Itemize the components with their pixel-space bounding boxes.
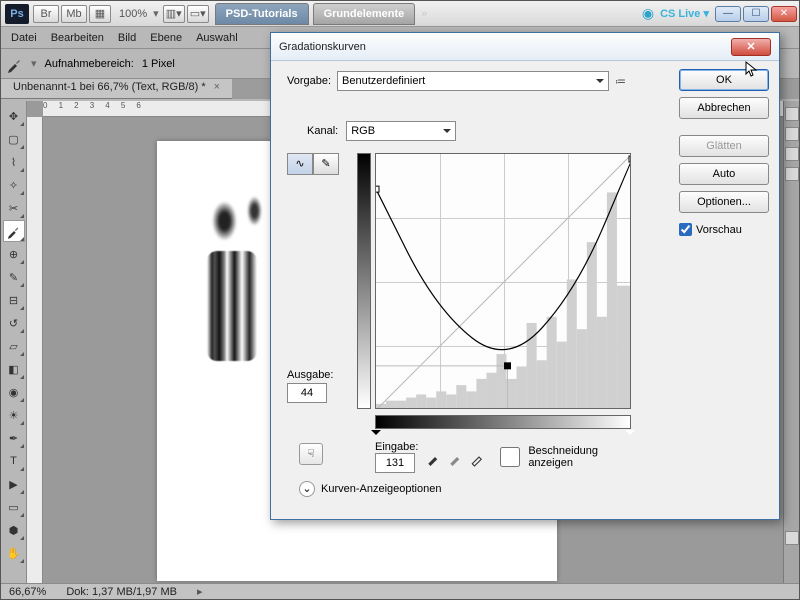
brush-tool[interactable]: ✎	[3, 266, 25, 288]
doc-size: Dok: 1,37 MB/1,97 MB	[66, 586, 177, 598]
output-label: Ausgabe:	[287, 369, 333, 381]
sample-size-select[interactable]: 1 Pixel	[142, 58, 232, 70]
workspace-tab-grundelemente[interactable]: Grundelemente	[313, 3, 416, 25]
zoom-dropdown[interactable]: ▾	[153, 7, 159, 20]
titlebar: Ps Br Mb ▦ 100% ▾ ▥▾ ▭▾ PSD-Tutorials Gr…	[1, 1, 799, 27]
minimize-button[interactable]: —	[715, 6, 741, 22]
smooth-button[interactable]: Glätten	[679, 135, 769, 157]
move-tool[interactable]: ✥	[3, 105, 25, 127]
display-options-label: Kurven-Anzeigeoptionen	[321, 483, 441, 495]
ruler-vertical	[27, 117, 43, 583]
workspace-tab-psdtutorials[interactable]: PSD-Tutorials	[215, 3, 309, 25]
curve-point-mode[interactable]: ∿	[287, 153, 313, 175]
white-point-slider[interactable]	[625, 430, 635, 440]
history-brush-tool[interactable]: ↺	[3, 312, 25, 334]
panel-icon[interactable]	[785, 531, 799, 545]
gray-eyedropper[interactable]	[448, 448, 466, 466]
white-eyedropper[interactable]	[470, 448, 488, 466]
black-point-slider[interactable]	[371, 430, 381, 440]
input-gradient	[375, 415, 631, 429]
workspace-more[interactable]: »	[421, 8, 427, 20]
tools-panel: ✥ ▢ ⌇ ✧ ✂ ⊕ ✎ ⊟ ↺ ▱ ◧ ◉ ☀ ✒ T ▶ ▭ ⬢ ✋	[1, 101, 27, 583]
black-eyedropper[interactable]	[426, 448, 444, 466]
display-options-toggle[interactable]: ⌄	[299, 481, 315, 497]
output-gradient	[357, 153, 371, 409]
zoom-level[interactable]: 66,67%	[9, 586, 46, 598]
ps-logo: Ps	[5, 4, 29, 24]
menu-bearbeiten[interactable]: Bearbeiten	[51, 32, 104, 44]
blur-tool[interactable]: ◉	[3, 381, 25, 403]
gradient-tool[interactable]: ◧	[3, 358, 25, 380]
3d-tool[interactable]: ⬢	[3, 519, 25, 541]
panel-icon[interactable]	[785, 127, 799, 141]
type-tool[interactable]: T	[3, 450, 25, 472]
wand-tool[interactable]: ✧	[3, 174, 25, 196]
menu-auswahl[interactable]: Auswahl	[196, 32, 238, 44]
pen-tool[interactable]: ✒	[3, 427, 25, 449]
preset-label: Vorgabe:	[287, 75, 331, 87]
dodge-tool[interactable]: ☀	[3, 404, 25, 426]
panel-icon[interactable]	[785, 147, 799, 161]
marquee-tool[interactable]: ▢	[3, 128, 25, 150]
zoom-readout: 100%	[119, 8, 147, 20]
auto-button[interactable]: Auto	[679, 163, 769, 185]
menu-bild[interactable]: Bild	[118, 32, 136, 44]
sample-size-label: Aufnahmebereich:	[45, 58, 134, 70]
menu-ebene[interactable]: Ebene	[150, 32, 182, 44]
curve-draw-mode[interactable]: ✎	[313, 153, 339, 175]
bridge-button[interactable]: Br	[33, 5, 59, 23]
output-field[interactable]	[287, 383, 327, 403]
panel-icon[interactable]	[785, 167, 799, 181]
close-button[interactable]: ✕	[771, 6, 797, 22]
panels-strip[interactable]	[783, 101, 799, 583]
clipping-label: Beschneidung anzeigen	[528, 445, 610, 469]
extras-button[interactable]: ▭▾	[187, 5, 209, 23]
crop-tool[interactable]: ✂	[3, 197, 25, 219]
preview-checkbox[interactable]	[679, 223, 692, 236]
eyedropper-tool[interactable]	[3, 220, 25, 242]
image-content	[207, 251, 257, 361]
status-bar: 66,67% Dok: 1,37 MB/1,97 MB ▸	[1, 583, 799, 599]
preview-label: Vorschau	[696, 224, 742, 236]
dialog-titlebar[interactable]: Gradationskurven ✕	[271, 33, 779, 61]
menu-datei[interactable]: Datei	[11, 32, 37, 44]
curves-dialog: Gradationskurven ✕ Vorgabe: Benutzerdefi…	[270, 32, 780, 520]
channel-select[interactable]: RGB	[346, 121, 456, 141]
screenmode-button[interactable]: ▦	[89, 5, 111, 23]
preset-menu-icon[interactable]: ≔	[615, 75, 626, 88]
eyedropper-tool-icon	[7, 56, 23, 72]
eraser-tool[interactable]: ▱	[3, 335, 25, 357]
targeted-adjust-tool[interactable]: ☟	[299, 443, 323, 465]
minibridge-button[interactable]: Mb	[61, 5, 87, 23]
document-tab[interactable]: Unbenannt-1 bei 66,7% (Text, RGB/8) *×	[1, 79, 232, 99]
maximize-button[interactable]: ☐	[743, 6, 769, 22]
close-doc-icon[interactable]: ×	[214, 81, 220, 93]
cslive-icon: ◉	[642, 5, 654, 22]
shape-tool[interactable]: ▭	[3, 496, 25, 518]
path-select-tool[interactable]: ▶	[3, 473, 25, 495]
arrange-button[interactable]: ▥▾	[163, 5, 185, 23]
channel-label: Kanal:	[307, 125, 338, 137]
dialog-title: Gradationskurven	[279, 41, 366, 53]
image-content	[247, 196, 262, 226]
dialog-close-button[interactable]: ✕	[731, 38, 771, 56]
lasso-tool[interactable]: ⌇	[3, 151, 25, 173]
panel-icon[interactable]	[785, 107, 799, 121]
cancel-button[interactable]: Abbrechen	[679, 97, 769, 119]
clipping-checkbox[interactable]	[496, 447, 524, 467]
input-field[interactable]	[375, 453, 415, 473]
options-button[interactable]: Optionen...	[679, 191, 769, 213]
ok-button[interactable]: OK	[679, 69, 769, 91]
input-label: Eingabe:	[375, 441, 418, 453]
hand-tool[interactable]: ✋	[3, 542, 25, 564]
stamp-tool[interactable]: ⊟	[3, 289, 25, 311]
cslive-menu[interactable]: CS Live ▾	[660, 7, 709, 20]
curve-grid[interactable]	[375, 153, 631, 409]
image-content	[212, 201, 237, 241]
curve-svg	[376, 154, 631, 409]
preset-select[interactable]: Benutzerdefiniert	[337, 71, 609, 91]
patch-tool[interactable]: ⊕	[3, 243, 25, 265]
